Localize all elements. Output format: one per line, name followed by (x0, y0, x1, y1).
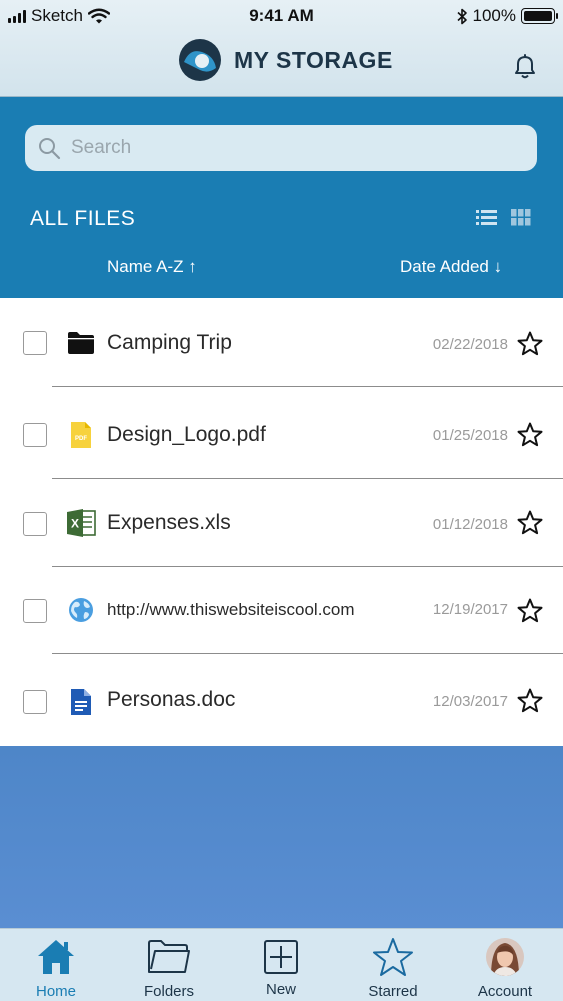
status-right: 100% (456, 6, 558, 26)
star-icon[interactable] (517, 598, 543, 623)
battery-percent: 100% (472, 6, 516, 25)
status-bar: Sketch 9:41 AM 100% (0, 0, 563, 32)
star-icon[interactable] (517, 422, 543, 447)
svg-text:X: X (71, 517, 79, 531)
row-checkbox[interactable] (23, 331, 47, 355)
file-name: Design_Logo.pdf (107, 423, 266, 446)
files-header: ALL FILES Name A-Z ↑ Date Added ↓ (0, 97, 563, 298)
tab-home[interactable]: Home (0, 929, 112, 1001)
tab-folders[interactable]: Folders (113, 929, 225, 1001)
brand: MY STORAGE (178, 38, 393, 82)
file-name: Camping Trip (107, 331, 232, 354)
list-view-icon[interactable] (476, 209, 497, 226)
list-item[interactable]: X Expenses.xls 01/12/2018 (0, 479, 563, 567)
file-date: 12/19/2017 (432, 601, 508, 618)
folder-icon (66, 328, 96, 358)
battery-icon (521, 8, 558, 24)
bell-icon[interactable] (511, 52, 539, 80)
file-date: 01/12/2018 (432, 516, 508, 533)
file-date: 01/25/2018 (432, 427, 508, 444)
avatar (486, 938, 524, 976)
list-item[interactable]: Camping Trip 02/22/2018 (0, 298, 563, 387)
plus-square-icon (264, 940, 298, 974)
sort-by-date[interactable]: Date Added ↓ (400, 257, 502, 277)
file-date: 02/22/2018 (432, 336, 508, 353)
row-checkbox[interactable] (23, 512, 47, 536)
tab-new[interactable]: New (225, 929, 337, 1001)
file-list: Camping Trip 02/22/2018 PDF Design_Logo.… (0, 298, 563, 746)
row-checkbox[interactable] (23, 690, 47, 714)
tab-starred[interactable]: Starred (337, 929, 449, 1001)
section-title: ALL FILES (30, 207, 136, 230)
pdf-icon: PDF (66, 420, 96, 450)
search-icon (39, 138, 61, 160)
sort-by-name[interactable]: Name A-Z ↑ (107, 257, 197, 277)
row-checkbox[interactable] (23, 599, 47, 623)
list-item[interactable]: PDF Design_Logo.pdf 01/25/2018 (0, 387, 563, 479)
tab-label: New (265, 981, 296, 998)
star-icon[interactable] (517, 331, 543, 356)
logo-icon (179, 39, 221, 81)
star-icon[interactable] (517, 688, 543, 713)
search-input[interactable] (71, 137, 511, 159)
home-icon (38, 940, 74, 974)
tab-account[interactable]: Account (449, 929, 561, 1001)
view-toggles (476, 209, 531, 226)
file-date: 12/03/2017 (432, 693, 508, 710)
tab-label: Home (35, 983, 76, 1000)
document-icon (66, 687, 96, 717)
globe-icon (66, 595, 96, 625)
app-header: Sketch 9:41 AM 100% MY STORAGE (0, 0, 563, 97)
page-title: MY STORAGE (234, 46, 393, 73)
list-item[interactable]: http://www.thiswebsiteiscool.com 12/19/2… (0, 567, 563, 654)
folder-icon (148, 940, 190, 973)
excel-icon: X (66, 508, 96, 538)
bluetooth-icon (456, 8, 467, 24)
empty-area (0, 746, 563, 928)
tab-label: Starred (368, 983, 418, 1000)
grid-view-icon[interactable] (511, 209, 531, 226)
tab-label: Folders (143, 983, 195, 1000)
tab-bar: Home Folders New Starred Account (0, 928, 563, 1001)
list-item[interactable]: Personas.doc 12/03/2017 (0, 654, 563, 746)
tab-label: Account (477, 983, 533, 1000)
svg-text:PDF: PDF (75, 436, 87, 442)
star-icon[interactable] (517, 510, 543, 535)
file-name: Personas.doc (107, 688, 236, 711)
search-bar[interactable] (25, 125, 537, 171)
file-name: Expenses.xls (107, 511, 231, 534)
star-icon (373, 938, 413, 976)
file-name: http://www.thiswebsiteiscool.com (107, 600, 355, 619)
row-checkbox[interactable] (23, 423, 47, 447)
